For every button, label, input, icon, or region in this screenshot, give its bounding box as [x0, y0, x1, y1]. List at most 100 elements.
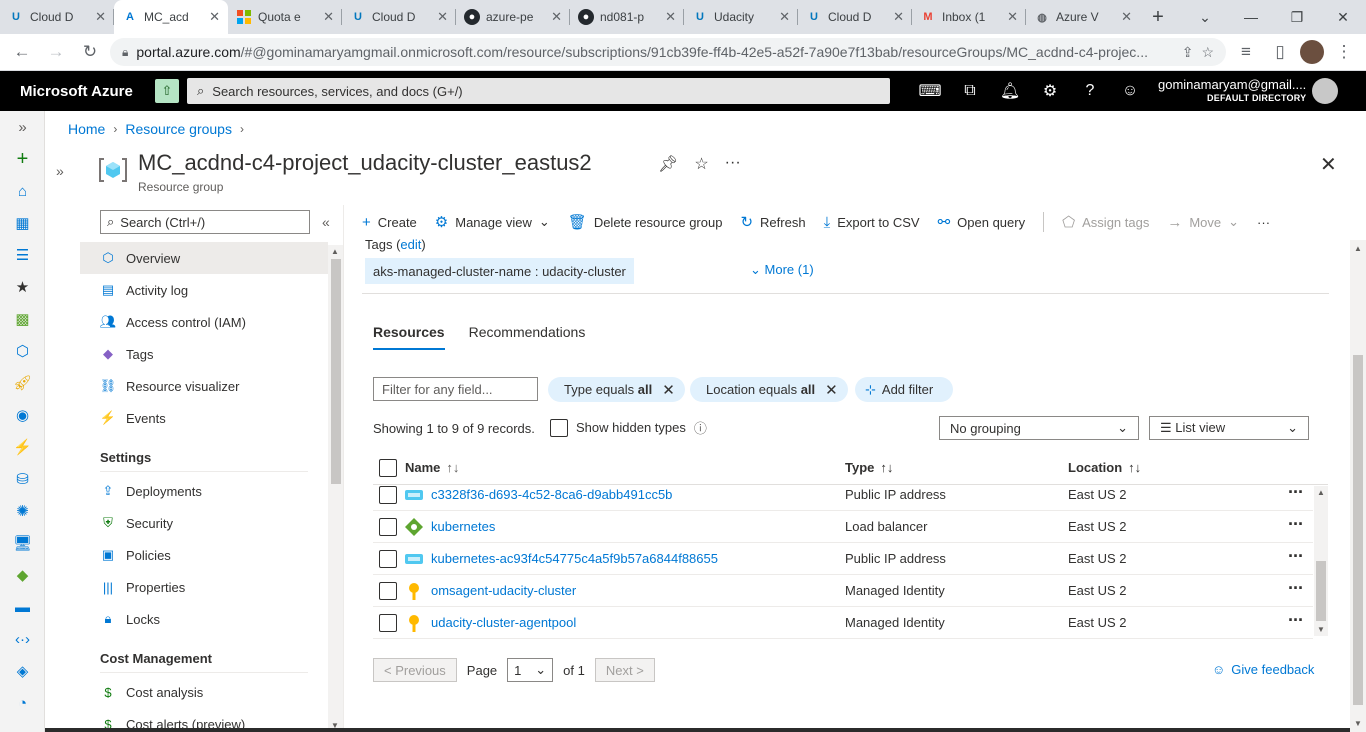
- remove-filter-icon[interactable]: ✕: [825, 381, 838, 399]
- menu-item-access-control[interactable]: 👥︎ Access control (IAM): [80, 306, 328, 338]
- home-icon[interactable]: ⌂: [0, 175, 45, 207]
- filter-input[interactable]: Filter for any field...: [373, 377, 538, 401]
- menu-item-events[interactable]: ⚡ Events: [80, 402, 328, 434]
- browser-tab[interactable]: U Cloud D ✕: [0, 0, 114, 34]
- close-icon[interactable]: ✕: [437, 9, 448, 25]
- cosmos-db-icon[interactable]: ✺: [0, 495, 45, 527]
- create-button[interactable]: + Create: [362, 214, 417, 231]
- row-more-icon[interactable]: ···: [1288, 578, 1304, 599]
- quickstart-icon[interactable]: 🚀︎: [0, 367, 45, 399]
- close-icon[interactable]: ✕: [1320, 152, 1337, 177]
- notifications-icon[interactable]: 🔔︎: [990, 71, 1030, 111]
- entra-id-icon[interactable]: ◈: [0, 655, 45, 687]
- menu-item-overview[interactable]: ⬡ Overview: [80, 242, 328, 274]
- monitor-icon[interactable]: ◔: [0, 687, 45, 719]
- favorite-star-icon[interactable]: ☆: [694, 154, 708, 174]
- row-checkbox[interactable]: [379, 486, 397, 504]
- browser-tab[interactable]: ● azure-pe ✕: [456, 0, 570, 34]
- browser-tab[interactable]: U Cloud D ✕: [798, 0, 912, 34]
- row-checkbox[interactable]: [379, 582, 397, 600]
- azure-search-input[interactable]: ⌕ Search resources, services, and docs (…: [187, 78, 890, 104]
- type-filter-pill[interactable]: Type equals all ✕: [548, 377, 685, 402]
- scroll-up-icon[interactable]: ▲: [331, 247, 339, 256]
- page-scrollbar[interactable]: ▲ ▼: [1350, 240, 1366, 732]
- tab-recommendations[interactable]: Recommendations: [469, 324, 586, 350]
- resource-link[interactable]: kubernetes-ac93f4c54775c4a5f9b57a6844f88…: [431, 551, 718, 566]
- expand-panel-icon[interactable]: »: [56, 163, 64, 179]
- create-resource-icon[interactable]: +: [0, 143, 45, 175]
- menu-item-policies[interactable]: ▣ Policies: [80, 539, 328, 571]
- location-filter-pill[interactable]: Location equals all ✕: [690, 377, 848, 402]
- resource-link[interactable]: udacity-cluster-agentpool: [431, 615, 576, 630]
- grouping-dropdown[interactable]: No grouping ⌄: [939, 416, 1139, 440]
- previous-page-button[interactable]: < Previous: [373, 658, 457, 682]
- next-page-button[interactable]: Next >: [594, 658, 655, 682]
- scroll-up-icon[interactable]: ▲: [1317, 488, 1325, 497]
- menu-item-cost-analysis[interactable]: $ Cost analysis: [80, 676, 328, 708]
- move-button[interactable]: → Move ⌄: [1167, 214, 1239, 231]
- chrome-menu-icon[interactable]: ⋮: [1330, 38, 1358, 66]
- select-all-checkbox[interactable]: [379, 459, 397, 477]
- account-info[interactable]: gominamaryam@gmail.... DEFAULT DIRECTORY: [1158, 77, 1306, 103]
- assign-tags-button[interactable]: ⬠ Assign tags: [1062, 213, 1149, 231]
- manage-view-button[interactable]: ⚙ Manage view ⌄: [435, 213, 550, 231]
- row-checkbox[interactable]: [379, 614, 397, 632]
- column-location[interactable]: Location ↑↓: [1068, 460, 1141, 475]
- forward-icon[interactable]: →: [42, 38, 70, 66]
- virtual-machines-icon[interactable]: 🖥︎: [0, 527, 45, 559]
- table-scrollbar[interactable]: ▲ ▼: [1314, 486, 1328, 636]
- edit-tags-link[interactable]: edit: [400, 237, 421, 252]
- virtual-networks-icon[interactable]: ‹·›: [0, 623, 45, 655]
- help-icon[interactable]: ?: [1070, 71, 1110, 111]
- settings-gear-icon[interactable]: ⚙: [1030, 71, 1070, 111]
- resource-link[interactable]: c3328f36-d693-4c52-8ca6-d9abb491cc5b: [431, 487, 672, 502]
- minimize-icon[interactable]: —: [1228, 0, 1274, 34]
- menu-search-input[interactable]: ⌕ Search (Ctrl+/): [100, 210, 310, 234]
- tab-search-icon[interactable]: ⌄: [1182, 0, 1228, 34]
- more-commands-icon[interactable]: ···: [1257, 215, 1270, 230]
- add-filter-button[interactable]: ⊹ Add filter: [855, 377, 954, 402]
- delete-resource-group-button[interactable]: 🗑︎ Delete resource group: [568, 213, 723, 231]
- azure-brand[interactable]: Microsoft Azure: [0, 83, 155, 100]
- reading-list-icon[interactable]: ≡: [1232, 38, 1260, 66]
- upgrade-icon[interactable]: ⇧: [155, 79, 179, 103]
- scroll-down-icon[interactable]: ▼: [1354, 719, 1362, 728]
- tab-resources[interactable]: Resources: [373, 324, 445, 350]
- dashboard-icon[interactable]: ▦: [0, 207, 45, 239]
- browser-tab[interactable]: ◍ Azure V ✕: [1026, 0, 1140, 34]
- all-services-icon[interactable]: ☰: [0, 239, 45, 271]
- storage-accounts-icon[interactable]: ▬: [0, 591, 45, 623]
- feedback-icon[interactable]: ☺: [1110, 71, 1150, 111]
- cloud-shell-icon[interactable]: ⌨: [910, 71, 950, 111]
- close-icon[interactable]: ✕: [779, 9, 790, 25]
- pin-icon[interactable]: 📌︎: [658, 154, 678, 174]
- menu-item-tags[interactable]: ◆ Tags: [80, 338, 328, 370]
- close-icon[interactable]: ✕: [323, 9, 334, 25]
- row-more-icon[interactable]: ···: [1288, 610, 1304, 631]
- give-feedback-link[interactable]: ☺ Give feedback: [1212, 662, 1314, 677]
- browser-tab[interactable]: M Inbox (1 ✕: [912, 0, 1026, 34]
- browser-tab[interactable]: ● nd081-p ✕: [570, 0, 684, 34]
- menu-item-resource-visualizer[interactable]: ⛓ Resource visualizer: [80, 370, 328, 402]
- browser-tab[interactable]: U Udacity ✕: [684, 0, 798, 34]
- sql-database-icon[interactable]: ⛁: [0, 463, 45, 495]
- export-csv-button[interactable]: ⤓ Export to CSV: [824, 214, 920, 231]
- resource-link[interactable]: kubernetes: [431, 519, 495, 534]
- row-checkbox[interactable]: [379, 518, 397, 536]
- collapse-menu-icon[interactable]: «: [322, 214, 330, 230]
- open-query-button[interactable]: ⚯ Open query: [938, 213, 1026, 231]
- menu-scrollbar[interactable]: ▲ ▼: [328, 245, 343, 732]
- close-icon[interactable]: ✕: [1121, 9, 1132, 25]
- share-icon[interactable]: ⇪: [1182, 44, 1194, 61]
- browser-tab[interactable]: Quota e ✕: [228, 0, 342, 34]
- app-services-icon[interactable]: ◉: [0, 399, 45, 431]
- resource-link[interactable]: omsagent-udacity-cluster: [431, 583, 576, 598]
- directory-filter-icon[interactable]: ⧉: [950, 71, 990, 111]
- close-icon[interactable]: ✕: [893, 9, 904, 25]
- close-icon[interactable]: ✕: [665, 9, 676, 25]
- row-more-icon[interactable]: ···: [1288, 514, 1304, 535]
- page-select[interactable]: 1 ⌄: [507, 658, 554, 682]
- menu-item-activity-log[interactable]: ▤ Activity log: [80, 274, 328, 306]
- row-more-icon[interactable]: ···: [1288, 482, 1304, 503]
- close-icon[interactable]: ✕: [209, 9, 220, 25]
